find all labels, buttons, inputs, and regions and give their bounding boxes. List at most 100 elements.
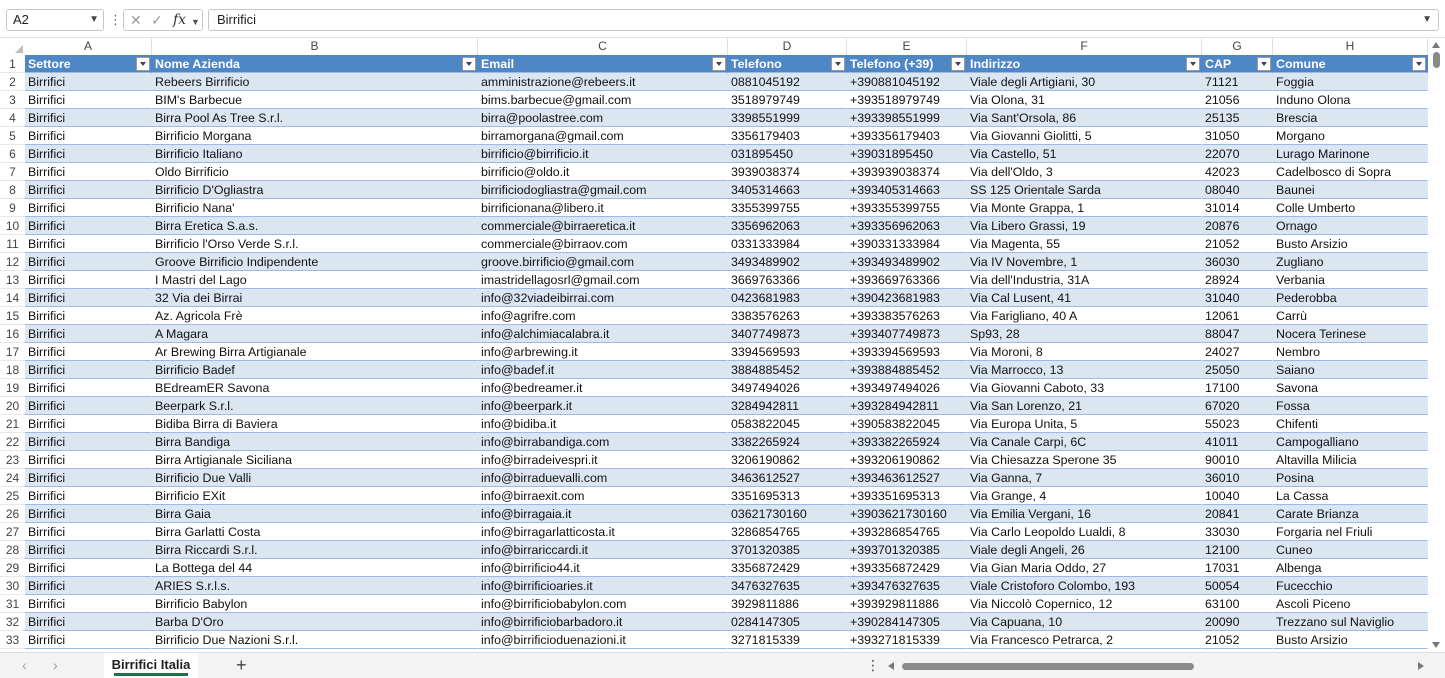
- add-sheet-icon[interactable]: +: [236, 655, 247, 675]
- table-cell[interactable]: info@birrariccardi.it: [478, 541, 728, 559]
- column-header-b[interactable]: B: [152, 38, 478, 55]
- table-cell[interactable]: +393407749873: [847, 325, 967, 343]
- table-cell[interactable]: info@birrificioaries.it: [478, 577, 728, 595]
- table-cell[interactable]: 3518979749: [728, 91, 847, 109]
- table-cell[interactable]: 3356962063: [728, 217, 847, 235]
- table-cell[interactable]: BIM's Barbecue: [152, 91, 478, 109]
- table-cell[interactable]: 31014: [1202, 199, 1273, 217]
- table-cell[interactable]: 31040: [1202, 289, 1273, 307]
- table-cell[interactable]: Birrificio Due Valli: [152, 469, 478, 487]
- table-cell[interactable]: 20876: [1202, 217, 1273, 235]
- table-cell[interactable]: Birrificio Morgana: [152, 127, 478, 145]
- table-cell[interactable]: 67020: [1202, 397, 1273, 415]
- table-header-cell[interactable]: Nome Azienda: [152, 55, 478, 73]
- row-header[interactable]: 1: [0, 55, 25, 73]
- table-cell[interactable]: Viale Cristoforo Colombo, 193: [967, 577, 1202, 595]
- row-header[interactable]: 3: [0, 91, 25, 109]
- table-cell[interactable]: Carrù: [1273, 307, 1428, 325]
- table-cell[interactable]: 3356179403: [728, 127, 847, 145]
- table-cell[interactable]: Via Ganna, 7: [967, 469, 1202, 487]
- table-cell[interactable]: 3284942811: [728, 397, 847, 415]
- row-header[interactable]: 25: [0, 487, 25, 505]
- table-cell[interactable]: Savona: [1273, 379, 1428, 397]
- table-cell[interactable]: 3929811886: [728, 595, 847, 613]
- table-cell[interactable]: Posina: [1273, 469, 1428, 487]
- table-cell[interactable]: Via Monte Grappa, 1: [967, 199, 1202, 217]
- table-cell[interactable]: La Bottega del 44: [152, 559, 478, 577]
- filter-dropdown-icon[interactable]: [712, 57, 726, 71]
- row-header[interactable]: 33: [0, 631, 25, 649]
- table-cell[interactable]: 3884885452: [728, 361, 847, 379]
- table-cell[interactable]: Birrifici: [25, 469, 152, 487]
- row-header[interactable]: 27: [0, 523, 25, 541]
- table-cell[interactable]: info@birraexit.com: [478, 487, 728, 505]
- table-cell[interactable]: 0284147305: [728, 613, 847, 631]
- table-cell[interactable]: Rebeers Birrificio: [152, 73, 478, 91]
- row-header[interactable]: 12: [0, 253, 25, 271]
- table-cell[interactable]: 03621730160: [728, 505, 847, 523]
- table-cell[interactable]: 12061: [1202, 307, 1273, 325]
- row-header[interactable]: 10: [0, 217, 25, 235]
- row-header[interactable]: 23: [0, 451, 25, 469]
- table-cell[interactable]: 25050: [1202, 361, 1273, 379]
- cancel-icon[interactable]: ✕: [130, 12, 142, 28]
- table-cell[interactable]: Birrifici: [25, 307, 152, 325]
- table-cell[interactable]: Via Carlo Leopoldo Lualdi, 8: [967, 523, 1202, 541]
- table-cell[interactable]: info@birraduevalli.com: [478, 469, 728, 487]
- table-cell[interactable]: Birra Garlatti Costa: [152, 523, 478, 541]
- table-cell[interactable]: Zugliano: [1273, 253, 1428, 271]
- table-cell[interactable]: +390423681983: [847, 289, 967, 307]
- table-cell[interactable]: info@birragaia.it: [478, 505, 728, 523]
- table-cell[interactable]: Via Sant'Orsola, 86: [967, 109, 1202, 127]
- table-cell[interactable]: commerciale@birraov.com: [478, 235, 728, 253]
- table-cell[interactable]: Baunei: [1273, 181, 1428, 199]
- table-cell[interactable]: Birrifici: [25, 595, 152, 613]
- table-cell[interactable]: Fucecchio: [1273, 577, 1428, 595]
- table-cell[interactable]: 36030: [1202, 253, 1273, 271]
- table-cell[interactable]: +393355399755: [847, 199, 967, 217]
- horizontal-scrollbar[interactable]: [888, 660, 1428, 672]
- table-cell[interactable]: 3405314663: [728, 181, 847, 199]
- table-cell[interactable]: BEdreamER Savona: [152, 379, 478, 397]
- table-cell[interactable]: commerciale@birraeretica.it: [478, 217, 728, 235]
- table-cell[interactable]: I Mastri del Lago: [152, 271, 478, 289]
- horizontal-scroll-thumb[interactable]: [902, 663, 1194, 670]
- table-cell[interactable]: +393356962063: [847, 217, 967, 235]
- table-cell[interactable]: info@birrificio44.it: [478, 559, 728, 577]
- table-cell[interactable]: +393476327635: [847, 577, 967, 595]
- table-cell[interactable]: Birrificio Badef: [152, 361, 478, 379]
- table-cell[interactable]: 10040: [1202, 487, 1273, 505]
- table-cell[interactable]: Campogalliano: [1273, 433, 1428, 451]
- table-cell[interactable]: Birrifici: [25, 361, 152, 379]
- table-cell[interactable]: 33030: [1202, 523, 1273, 541]
- column-header-h[interactable]: H: [1273, 38, 1428, 55]
- table-cell[interactable]: Birrifici: [25, 235, 152, 253]
- row-header[interactable]: 15: [0, 307, 25, 325]
- table-cell[interactable]: Via Capuana, 10: [967, 613, 1202, 631]
- table-cell[interactable]: Trezzano sul Naviglio: [1273, 613, 1428, 631]
- column-header-a[interactable]: A: [25, 38, 152, 55]
- row-header[interactable]: 22: [0, 433, 25, 451]
- table-cell[interactable]: Birrifici: [25, 253, 152, 271]
- more-options-icon[interactable]: ⋮: [866, 656, 880, 674]
- table-cell[interactable]: Birrifici: [25, 523, 152, 541]
- table-cell[interactable]: +393206190862: [847, 451, 967, 469]
- table-cell[interactable]: +393405314663: [847, 181, 967, 199]
- filter-dropdown-icon[interactable]: [1257, 57, 1271, 71]
- table-cell[interactable]: Birrifici: [25, 613, 152, 631]
- table-cell[interactable]: Foggia: [1273, 73, 1428, 91]
- table-cell[interactable]: 21056: [1202, 91, 1273, 109]
- table-cell[interactable]: Via Farigliano, 40 A: [967, 307, 1202, 325]
- row-header[interactable]: 17: [0, 343, 25, 361]
- table-cell[interactable]: Via IV Novembre, 1: [967, 253, 1202, 271]
- table-cell[interactable]: +39031895450: [847, 145, 967, 163]
- table-cell[interactable]: 3356872429: [728, 559, 847, 577]
- table-cell[interactable]: Birrificio Nana': [152, 199, 478, 217]
- scroll-up-icon[interactable]: [1432, 42, 1440, 48]
- table-cell[interactable]: 3497494026: [728, 379, 847, 397]
- row-header[interactable]: 29: [0, 559, 25, 577]
- table-header-cell[interactable]: Comune: [1273, 55, 1428, 73]
- table-cell[interactable]: Via Libero Grassi, 19: [967, 217, 1202, 235]
- table-cell[interactable]: Birrifici: [25, 181, 152, 199]
- row-header[interactable]: 26: [0, 505, 25, 523]
